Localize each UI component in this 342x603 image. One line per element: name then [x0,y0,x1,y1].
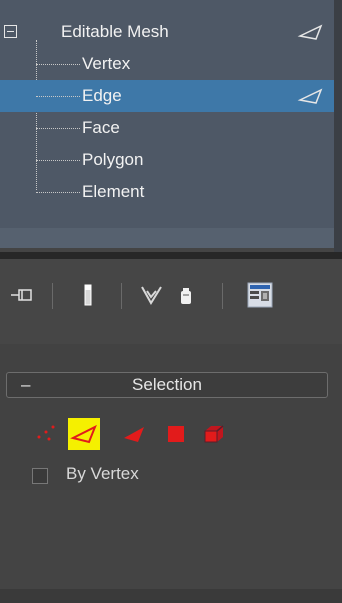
stack-item-face[interactable]: Face [0,112,334,144]
subobject-triangle-icon [297,88,323,104]
pin-stack-button[interactable] [8,281,36,309]
stack-toolbar [0,259,342,603]
tree-branch [36,64,80,65]
element-icon [204,425,224,443]
by-vertex-label: By Vertex [66,464,139,483]
polygon-icon [168,426,184,442]
configure-modifier-sets-button[interactable] [246,281,274,309]
element-mode-button[interactable] [198,418,230,450]
remove-modifier-button[interactable] [172,281,200,309]
stack-item-label: Polygon [82,150,144,169]
stack-item-label: Editable Mesh [61,22,169,41]
vertex-icon [37,425,55,441]
modifier-stack-list: Editable Mesh Vertex Edge Face Polygon E… [0,0,334,248]
stack-item-label: Edge [82,86,122,105]
polygon-mode-button[interactable] [160,418,192,450]
make-unique-icon [141,286,162,305]
selection-rollout: – Selection By Vertex [0,344,342,490]
stack-item-element[interactable]: Element [0,176,334,208]
edge-mode-button[interactable] [68,418,100,450]
stack-item-vertex[interactable]: Vertex [0,48,334,80]
configure-modifier-sets-icon [247,282,273,308]
stack-item-label: Vertex [82,54,131,73]
toolbar-separator [52,283,53,309]
stack-item-edge[interactable]: Edge [0,80,334,112]
make-unique-button[interactable] [138,281,166,309]
stack-scrollbar[interactable] [334,0,342,252]
face-mode-button[interactable] [118,418,150,450]
remove-modifier-icon [181,288,191,304]
show-end-result-button[interactable] [74,281,102,309]
stack-item-polygon[interactable]: Polygon [0,144,334,176]
toolbar-separator [222,283,223,309]
stack-list-footer [0,228,334,248]
toolbar-separator [121,283,122,309]
stack-item-label: Element [82,182,145,201]
tree-branch [36,96,80,97]
tree-branch [36,160,80,161]
show-end-result-icon [84,284,92,306]
panel-divider [0,252,342,259]
toolbar-footer [0,589,342,603]
subobject-triangle-icon [297,24,323,40]
collapse-expander-icon[interactable] [4,25,17,38]
tree-branch [36,128,80,129]
tree-branch [36,192,80,193]
pin-stack-icon [11,289,32,301]
by-vertex-checkbox[interactable] [32,468,48,484]
rollout-header-selection[interactable]: – Selection [6,372,328,398]
edge-icon [70,424,97,444]
face-icon [124,427,144,442]
stack-item-label: Face [82,118,120,137]
vertex-mode-button[interactable] [30,418,62,450]
stack-item-editable-mesh[interactable]: Editable Mesh [0,16,334,48]
rollout-title: Selection [132,375,202,394]
